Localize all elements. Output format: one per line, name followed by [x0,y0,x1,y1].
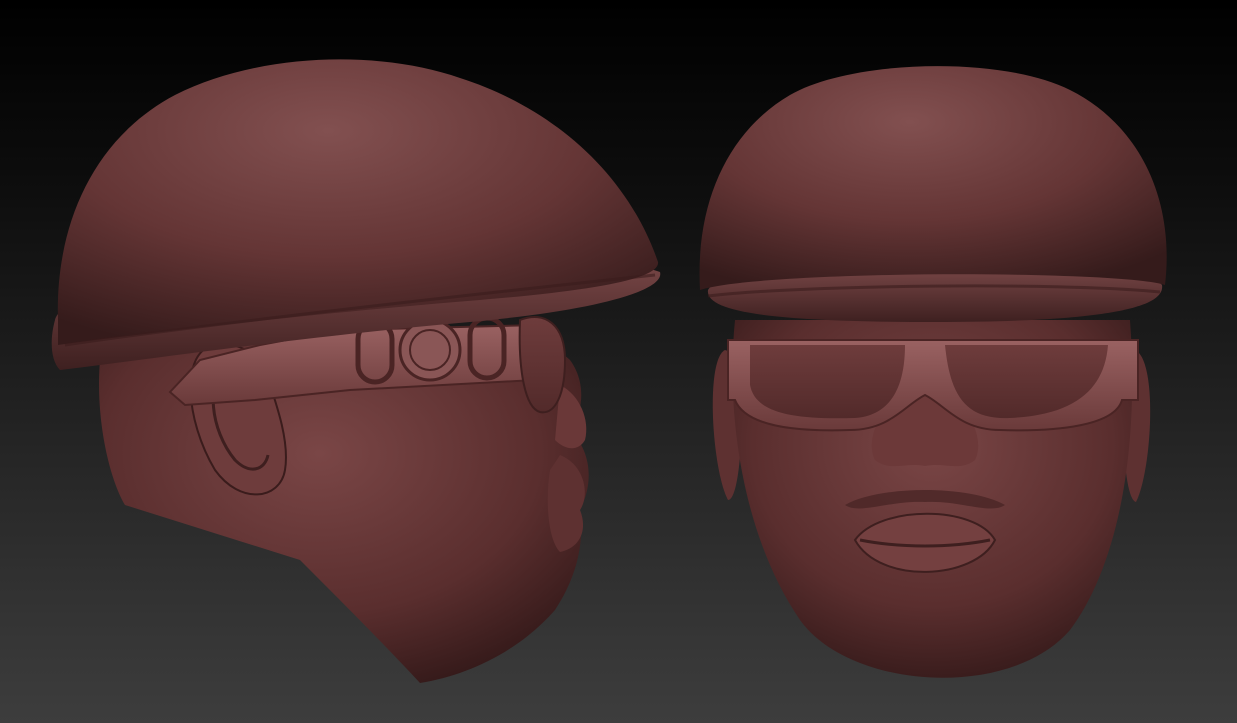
cap-crown-front [699,66,1167,291]
head-front-view [699,66,1167,678]
viewport [0,0,1237,723]
lens-front-left [750,345,905,419]
head-side-view [51,59,661,683]
sculpt-render [51,59,1167,683]
